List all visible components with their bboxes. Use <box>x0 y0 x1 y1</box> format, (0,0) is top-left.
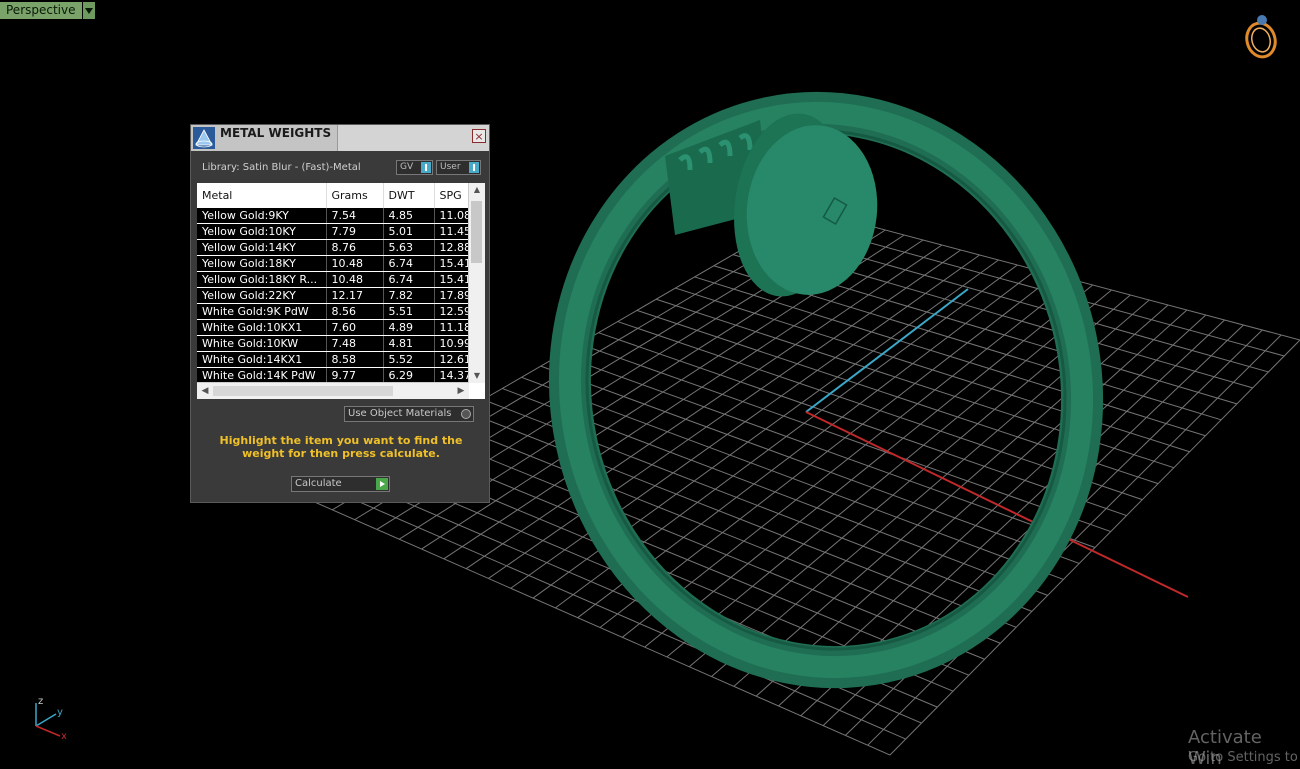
panel-title: METAL WEIGHTS <box>220 126 332 140</box>
viewport-name[interactable]: Perspective <box>0 2 82 19</box>
table-row[interactable]: Yellow Gold:22KY 12.17 7.82 17.89 <box>197 287 470 304</box>
cell-dwt: 6.74 <box>383 255 435 272</box>
scroll-up-icon[interactable]: ▲ <box>469 183 485 197</box>
table-row[interactable]: Yellow Gold:18KY 10.48 6.74 15.41 <box>197 255 470 272</box>
cell-dwt: 4.85 <box>383 208 435 224</box>
cell-grams: 8.58 <box>326 351 384 368</box>
user-toggle-switch-icon <box>469 162 479 173</box>
cell-spg: 11.08 <box>434 208 470 224</box>
metal-table-container: Metal Grams DWT SPG Yellow Gold:9KY 7.54 4… <box>197 183 485 399</box>
use-object-materials-radio-icon[interactable] <box>461 409 471 419</box>
play-icon[interactable] <box>376 478 388 490</box>
cell-dwt: 5.52 <box>383 351 435 368</box>
table-row[interactable]: Yellow Gold:9KY 7.54 4.85 11.08 <box>197 208 470 224</box>
table-row[interactable]: Yellow Gold:10KY 7.79 5.01 11.45 <box>197 223 470 240</box>
cell-dwt: 6.74 <box>383 271 435 288</box>
horizontal-scrollbar[interactable]: ◀ ▶ <box>197 382 469 399</box>
vertical-scroll-thumb[interactable] <box>471 201 482 263</box>
gizmo-x-label: x <box>61 731 67 742</box>
gizmo-z-label: z <box>38 696 43 707</box>
table-row[interactable]: White Gold:14KX1 8.58 5.52 12.61 <box>197 351 470 368</box>
cell-metal: White Gold:10KX1 <box>197 319 327 336</box>
cell-spg: 11.45 <box>434 223 470 240</box>
cell-dwt: 4.89 <box>383 319 435 336</box>
cell-spg: 15.41 <box>434 271 470 288</box>
metal-weights-panel: METAL WEIGHTS × Library: Satin Blur - (F… <box>190 124 490 503</box>
cell-spg: 15.41 <box>434 255 470 272</box>
cell-spg: 12.88 <box>434 239 470 256</box>
cell-dwt: 5.01 <box>383 223 435 240</box>
close-icon[interactable]: × <box>472 129 486 143</box>
gv-toggle-switch-icon <box>421 162 431 173</box>
cell-dwt: 4.81 <box>383 335 435 352</box>
table-row[interactable]: Yellow Gold:18KY R... 10.48 6.74 15.41 <box>197 271 470 288</box>
cell-grams: 10.48 <box>326 255 384 272</box>
gv-toggle-label: GV <box>400 162 414 172</box>
cell-metal: Yellow Gold:18KY R... <box>197 271 327 288</box>
table-header-row: Metal Grams DWT SPG <box>197 183 470 208</box>
cell-grams: 7.79 <box>326 223 384 240</box>
calculate-button[interactable]: Calculate <box>291 476 390 492</box>
horizontal-scroll-thumb[interactable] <box>213 386 393 396</box>
scroll-right-icon[interactable]: ▶ <box>453 383 469 399</box>
cell-grams: 7.54 <box>326 208 384 224</box>
app-logo-icon <box>193 127 215 149</box>
cell-spg: 17.89 <box>434 287 470 304</box>
cell-metal: White Gold:14KX1 <box>197 351 327 368</box>
cell-metal: Yellow Gold:22KY <box>197 287 327 304</box>
grid-line <box>666 289 1112 658</box>
cell-grams: 8.76 <box>326 239 384 256</box>
use-object-materials-label: Use Object Materials <box>348 408 452 419</box>
column-header-spg[interactable]: SPG <box>434 183 470 208</box>
cell-metal: Yellow Gold:14KY <box>197 239 327 256</box>
use-object-materials-option[interactable]: Use Object Materials <box>344 406 474 422</box>
cell-dwt: 5.51 <box>383 303 435 320</box>
vertical-scrollbar[interactable]: ▲ ▼ <box>468 183 485 383</box>
ring-model[interactable] <box>519 65 1133 715</box>
axis-gizmo: z y x <box>35 696 67 742</box>
cell-spg: 12.59 <box>434 303 470 320</box>
column-header-grams[interactable]: Grams <box>326 183 384 208</box>
calculate-button-label: Calculate <box>295 478 342 489</box>
cell-grams: 12.17 <box>326 287 384 304</box>
cell-metal: White Gold:9K PdW <box>197 303 327 320</box>
gv-toggle[interactable]: GV <box>396 160 433 175</box>
user-toggle[interactable]: User <box>436 160 481 175</box>
table-row[interactable]: White Gold:10KW 7.48 4.81 10.99 <box>197 335 470 352</box>
ring-view-icon[interactable] <box>1243 15 1279 60</box>
cell-spg: 12.61 <box>434 351 470 368</box>
column-header-dwt[interactable]: DWT <box>383 183 435 208</box>
column-header-metal[interactable]: Metal <box>197 183 327 208</box>
grid-line <box>675 287 1190 453</box>
instruction-text: Highlight the item you want to find the … <box>219 434 463 460</box>
viewport-menu-chevron-icon[interactable] <box>82 2 95 19</box>
cell-metal: Yellow Gold:18KY <box>197 255 327 272</box>
cell-spg: 10.99 <box>434 335 470 352</box>
cell-metal: Yellow Gold:10KY <box>197 223 327 240</box>
cell-dwt: 5.63 <box>383 239 435 256</box>
user-toggle-label: User <box>440 162 461 172</box>
panel-titlebar[interactable]: METAL WEIGHTS × <box>191 125 489 151</box>
cell-grams: 8.56 <box>326 303 384 320</box>
library-label: Library: Satin Blur - (Fast)-Metal <box>202 162 361 173</box>
cell-grams: 7.48 <box>326 335 384 352</box>
table-row[interactable]: Yellow Gold:14KY 8.76 5.63 12.88 <box>197 239 470 256</box>
cell-grams: 10.48 <box>326 271 384 288</box>
cell-metal: Yellow Gold:9KY <box>197 208 327 224</box>
scroll-down-icon[interactable]: ▼ <box>469 369 485 383</box>
table-row[interactable]: White Gold:10KX1 7.60 4.89 11.18 <box>197 319 470 336</box>
cell-grams: 7.60 <box>326 319 384 336</box>
table-row[interactable]: White Gold:9K PdW 8.56 5.51 12.59 <box>197 303 470 320</box>
cell-dwt: 7.82 <box>383 287 435 304</box>
cell-metal: White Gold:10KW <box>197 335 327 352</box>
gizmo-y-label: y <box>57 707 63 718</box>
viewport-label[interactable]: Perspective <box>0 2 95 19</box>
metal-table: Metal Grams DWT SPG Yellow Gold:9KY 7.54 4… <box>197 183 470 384</box>
cell-spg: 11.18 <box>434 319 470 336</box>
scroll-left-icon[interactable]: ◀ <box>197 383 213 399</box>
